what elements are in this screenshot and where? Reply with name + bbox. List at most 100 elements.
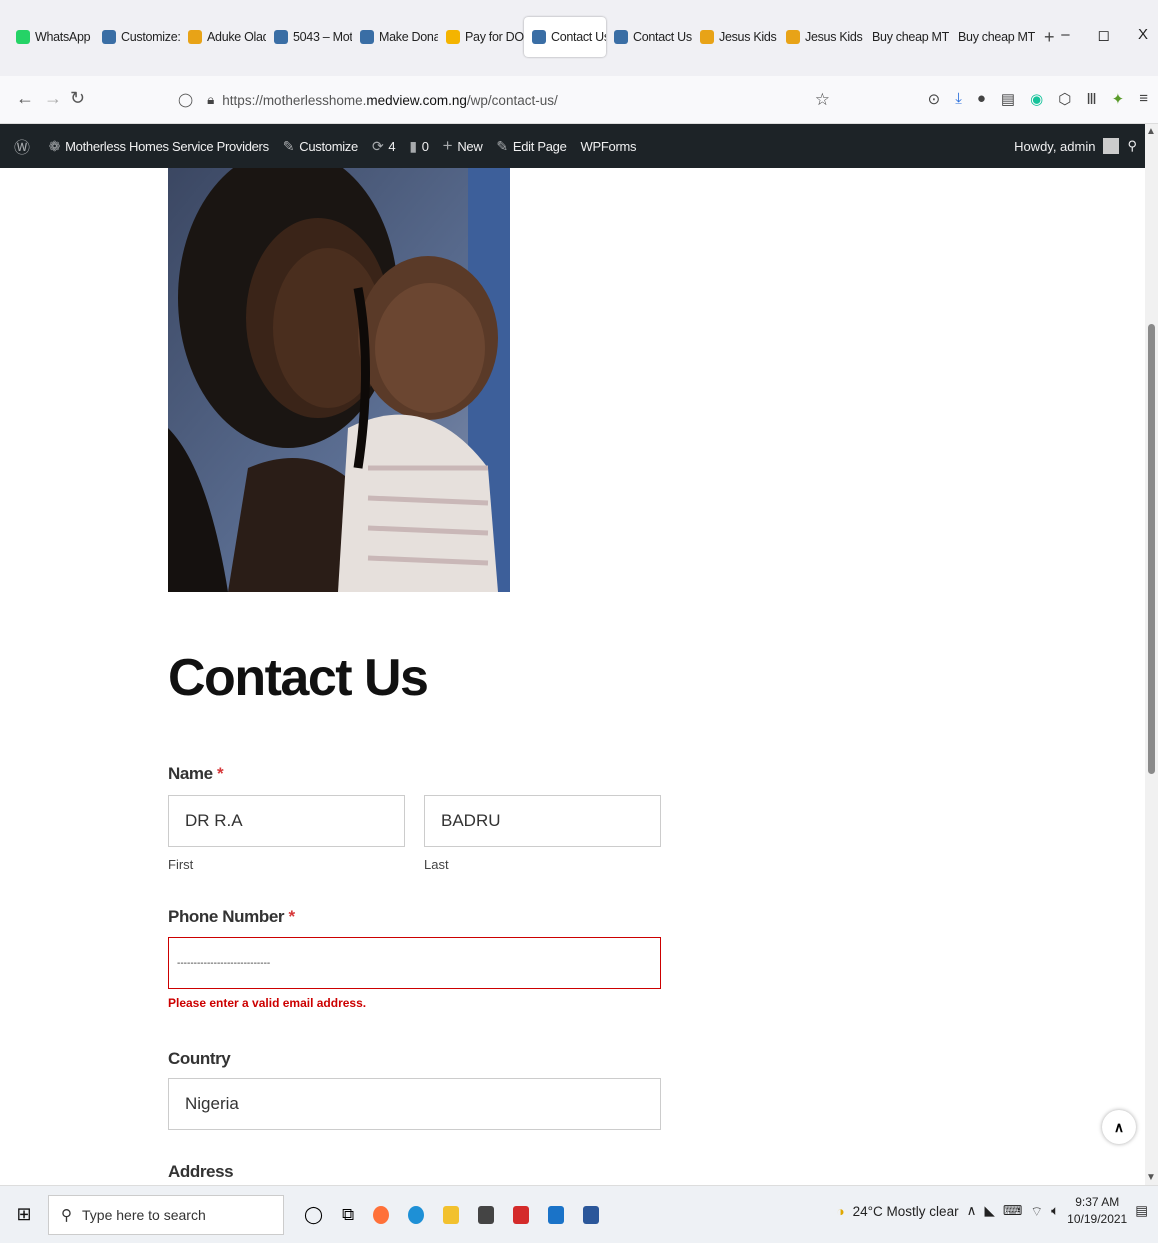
close-window-button[interactable]: X (1138, 26, 1148, 44)
last-name-input[interactable]: BADRU (424, 795, 661, 847)
browser-tab[interactable]: WhatsApp (8, 17, 94, 57)
tab-favicon-icon (360, 30, 374, 44)
store-icon[interactable] (478, 1205, 495, 1224)
wp-admin-bar: Ⓦ ❁ Motherless Homes Service Providers ✎ C… (0, 124, 1145, 168)
printer-icon[interactable]: ▤ (1001, 90, 1015, 108)
download-icon[interactable]: ⤓ (955, 90, 962, 108)
volume-icon[interactable]: 🔈︎ (1051, 1203, 1059, 1219)
required-mark: * (217, 764, 224, 783)
notifications-icon[interactable]: ▤ (1135, 1203, 1148, 1219)
address-label: Address (168, 1162, 234, 1181)
task-view-icon[interactable]: ⧉ (342, 1205, 354, 1225)
puzzle-icon[interactable]: ⬡ (1058, 90, 1071, 108)
weather-icon: ◑ (836, 1203, 845, 1219)
mail-icon[interactable] (548, 1205, 565, 1224)
browser-tab[interactable]: Aduke Oladit (180, 17, 266, 57)
browser-tab[interactable]: Buy cheap MTN, (864, 17, 950, 57)
admin-wpforms[interactable]: WPForms (581, 139, 637, 154)
browser-tab[interactable]: Customize: M (94, 17, 180, 57)
minimize-button[interactable]: – (1061, 26, 1069, 44)
bookmark-star-icon[interactable]: ☆ (815, 90, 830, 110)
wordpress-logo-icon[interactable]: Ⓦ (14, 134, 35, 158)
extension-toolbar: ⊙ ⤓ ● ▤ ◉ ⬡ Ⅲ ✦ ≡ (928, 90, 1148, 108)
name-label: Name * (168, 764, 224, 783)
tab-label: WhatsApp (35, 30, 91, 44)
lock-icon[interactable]: 🔒︎ (207, 92, 214, 108)
scroll-to-top-button[interactable]: ∧ (1102, 1110, 1136, 1144)
scroll-down-icon[interactable]: ▼ (1146, 1172, 1156, 1183)
search-icon[interactable]: ⚲ (1127, 138, 1137, 154)
weather-text[interactable]: 24°C Mostly clear (853, 1204, 959, 1219)
phone-label: Phone Number * (168, 907, 295, 926)
back-icon[interactable]: ← (16, 88, 34, 109)
tab-favicon-icon (188, 30, 202, 44)
address-bar[interactable]: ◯ 🔒︎ https://motherlesshome. medview.com.… (178, 82, 844, 118)
scroll-thumb[interactable] (1148, 324, 1155, 774)
pocket-icon[interactable]: ⊙ (928, 90, 941, 108)
browser-tab[interactable]: Make Donatio (352, 17, 438, 57)
shield-icon: ◯ (178, 92, 194, 107)
search-icon: ⚲ (61, 1206, 72, 1224)
browser-tab[interactable]: 5043 – Mothe (266, 17, 352, 57)
windows-start-icon[interactable]: ⊞ (0, 1204, 48, 1225)
menu-icon[interactable]: ≡ (1139, 90, 1148, 108)
window-controls: – ◻ X (1061, 26, 1148, 44)
taskbar-apps: ◯ ⧉ (304, 1205, 600, 1225)
browser-tab[interactable]: Contact UsX (524, 17, 606, 57)
page-content: Contact Us Name * DR R.A BADRU First Las… (0, 168, 1145, 1185)
admin-new[interactable]: + New (443, 136, 483, 156)
taskbar-search[interactable]: ⚲ Type here to search (48, 1194, 284, 1235)
browser-tab[interactable]: Buy cheap MTN, (950, 17, 1036, 57)
network-icon[interactable]: ◣ (984, 1203, 994, 1219)
tab-label: Contact Us – (633, 30, 692, 44)
browser-tab[interactable]: Jesus Kids Or (692, 17, 778, 57)
tab-favicon-icon (786, 30, 800, 44)
tab-label: Buy cheap MTN, (872, 30, 950, 44)
browser-tab[interactable]: Pay for DONA (438, 17, 524, 57)
new-tab-button[interactable]: + (1044, 27, 1055, 48)
word-icon[interactable] (583, 1205, 600, 1224)
columns-icon[interactable]: Ⅲ (1086, 90, 1096, 108)
tab-label: Aduke Oladit (207, 30, 266, 44)
forward-icon[interactable]: → (44, 88, 62, 109)
phone-input[interactable]: ---------------------------- (168, 937, 661, 989)
url-path: /wp/contact-us/ (466, 92, 558, 108)
edge-icon[interactable] (408, 1205, 425, 1224)
keyboard-icon[interactable]: ⌨ (1003, 1203, 1023, 1219)
cortana-icon[interactable]: ◯ (304, 1205, 323, 1225)
home-icon: ❁ (48, 137, 61, 154)
scroll-up-icon[interactable]: ▲ (1146, 126, 1156, 137)
tab-label: Contact Us (551, 30, 606, 44)
tray-chevron-icon[interactable]: ∧ (967, 1203, 977, 1219)
avatar (1103, 138, 1120, 154)
grammarly-icon[interactable]: ◉ (1030, 90, 1043, 108)
acrobat-icon[interactable] (513, 1205, 530, 1224)
extension-icon[interactable]: ● (977, 90, 986, 108)
file-explorer-icon[interactable] (443, 1205, 460, 1224)
first-name-input[interactable]: DR R.A (168, 795, 405, 847)
page-scrollbar[interactable]: ▲ ▼ (1145, 124, 1158, 1185)
wifi-icon[interactable]: ⌔ (1030, 1203, 1043, 1220)
admin-account[interactable]: Howdy, admin ⚲ (1014, 138, 1137, 154)
country-input[interactable]: Nigeria (168, 1078, 661, 1130)
reload-icon[interactable]: ↻ (70, 88, 85, 109)
hero-photo (168, 168, 510, 592)
leaf-icon[interactable]: ✦ (1112, 90, 1125, 108)
admin-updates[interactable]: ⟳ 4 (372, 138, 396, 155)
firefox-icon[interactable] (373, 1205, 390, 1224)
tab-favicon-icon (16, 30, 30, 44)
tab-label: Customize: M (121, 30, 180, 44)
tab-label: Pay for DONA (465, 30, 524, 44)
admin-edit-page[interactable]: ✎ Edit Page (496, 138, 566, 155)
pencil-icon: ✎ (496, 137, 508, 154)
clock[interactable]: 9:37 AM 10/19/2021 (1067, 1194, 1127, 1228)
admin-comments[interactable]: ▮ 0 (409, 138, 429, 155)
browser-tab[interactable]: Jesus Kids Or (778, 17, 864, 57)
browser-tab[interactable]: Contact Us – (606, 17, 692, 57)
admin-customize[interactable]: ✎ Customize (283, 138, 358, 155)
maximize-button[interactable]: ◻ (1098, 26, 1110, 44)
admin-site-name[interactable]: ❁ Motherless Homes Service Providers (49, 138, 269, 155)
phone-error-message: Please enter a valid email address. (168, 996, 367, 1010)
brush-icon: ✎ (282, 137, 295, 154)
country-label: Country (168, 1049, 231, 1068)
